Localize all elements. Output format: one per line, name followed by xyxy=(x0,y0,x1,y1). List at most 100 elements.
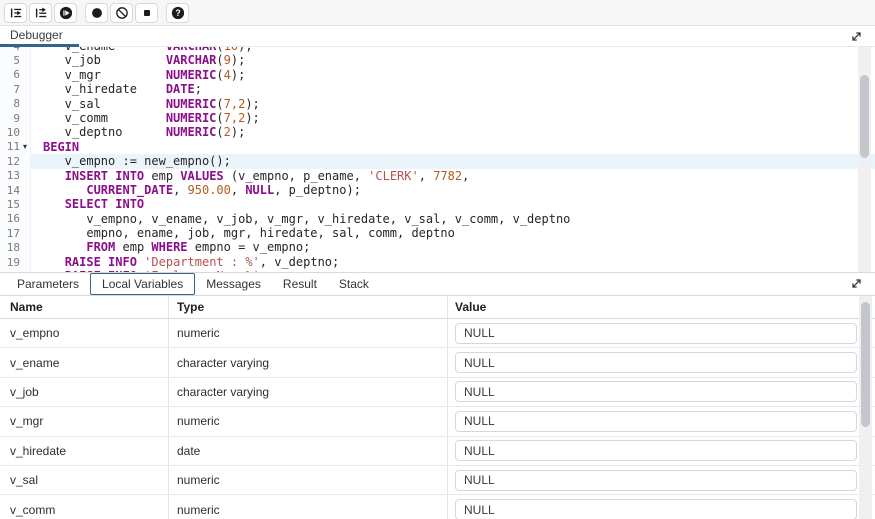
line-number-gutter[interactable]: 18 xyxy=(0,240,31,254)
line-number-gutter[interactable]: 6 xyxy=(0,68,31,82)
code-text[interactable]: INSERT INTO emp VALUES (v_empno, p_ename… xyxy=(31,169,875,183)
code-text[interactable]: v_mgr NUMERIC(4); xyxy=(31,68,875,82)
line-number-gutter[interactable]: 13 xyxy=(0,169,31,183)
cell-name: v_hiredate xyxy=(0,437,169,465)
line-number-gutter[interactable]: 8 xyxy=(0,97,31,111)
line-number-gutter[interactable]: 19 xyxy=(0,255,31,269)
code-text[interactable]: v_hiredate DATE; xyxy=(31,82,875,96)
value-input[interactable] xyxy=(455,470,857,491)
table-row: v_commnumeric xyxy=(0,495,875,519)
code-text[interactable]: empno, ename, job, mgr, hiredate, sal, c… xyxy=(31,226,875,240)
code-line: 13 INSERT INTO emp VALUES (v_empno, p_en… xyxy=(0,169,875,183)
code-text[interactable]: v_comm NUMERIC(7,2); xyxy=(31,111,875,125)
line-number-gutter[interactable]: 11▾ xyxy=(0,140,31,154)
code-line: 14 CURRENT_DATE, 950.00, NULL, p_deptno)… xyxy=(0,183,875,197)
code-line: 8 v_sal NUMERIC(7,2); xyxy=(0,97,875,111)
line-number[interactable]: 14 xyxy=(7,184,20,197)
value-input[interactable] xyxy=(455,352,857,373)
fold-marker-icon[interactable]: ▾ xyxy=(20,140,30,154)
cell-value xyxy=(448,495,875,519)
code-text[interactable]: CURRENT_DATE, 950.00, NULL, p_deptno); xyxy=(31,183,875,197)
value-input[interactable] xyxy=(455,411,857,432)
clear-breakpoints-button[interactable] xyxy=(110,3,133,23)
code-text[interactable]: v_sal NUMERIC(7,2); xyxy=(31,97,875,111)
cell-type: character varying xyxy=(169,378,448,406)
code-line: 10 v_deptno NUMERIC(2); xyxy=(0,125,875,139)
cell-value xyxy=(448,466,875,494)
toolbar-group: ? xyxy=(166,3,189,23)
tab-stack[interactable]: Stack xyxy=(328,273,380,295)
code-line-current: 12 v_empno := new_empno(); xyxy=(0,154,875,168)
code-text[interactable]: FROM emp WHERE empno = v_empno; xyxy=(31,240,875,254)
toolbar-group xyxy=(85,3,158,23)
code-text[interactable]: RAISE INFO 'Department : %', v_deptno; xyxy=(31,255,875,269)
tab-result[interactable]: Result xyxy=(272,273,328,295)
code-line: 17 empno, ename, job, mgr, hiredate, sal… xyxy=(0,226,875,240)
cell-type: numeric xyxy=(169,466,448,494)
expand-panel-icon[interactable] xyxy=(850,277,863,290)
step-over-button[interactable] xyxy=(29,3,52,23)
line-number-gutter[interactable]: 7 xyxy=(0,82,31,96)
line-number-gutter[interactable]: 5 xyxy=(0,53,31,67)
line-number-gutter[interactable]: 12 xyxy=(0,154,31,168)
code-text[interactable]: SELECT INTO xyxy=(31,197,875,211)
step-over-icon xyxy=(34,6,48,20)
cell-type: numeric xyxy=(169,319,448,347)
tab-parameters[interactable]: Parameters xyxy=(6,273,90,295)
value-input[interactable] xyxy=(455,499,857,519)
code-line: 19 RAISE INFO 'Department : %', v_deptno… xyxy=(0,255,875,269)
line-number[interactable]: 4 xyxy=(13,47,20,53)
line-number[interactable]: 9 xyxy=(13,112,20,125)
value-input[interactable] xyxy=(455,381,857,402)
line-number-gutter[interactable]: 9 xyxy=(0,111,31,125)
column-header-type[interactable]: Type xyxy=(169,296,448,318)
tab-messages[interactable]: Messages xyxy=(195,273,272,295)
value-input[interactable] xyxy=(455,440,857,461)
editor-scrollbar-thumb[interactable] xyxy=(860,75,869,158)
expand-editor-icon[interactable] xyxy=(850,30,863,43)
line-number-gutter[interactable]: 14 xyxy=(0,183,31,197)
column-header-value[interactable]: Value xyxy=(448,296,875,318)
grid-scrollbar-thumb[interactable] xyxy=(861,302,870,427)
line-number[interactable]: 19 xyxy=(7,256,20,269)
line-number[interactable]: 16 xyxy=(7,212,20,225)
step-into-button[interactable] xyxy=(4,3,27,23)
grid-scrollbar[interactable] xyxy=(859,296,872,519)
line-number[interactable]: 13 xyxy=(7,169,20,182)
code-text[interactable]: v_empno := new_empno(); xyxy=(31,154,875,168)
line-number[interactable]: 5 xyxy=(13,54,20,67)
code-editor[interactable]: 4 v_ename VARCHAR(10);5 v_job VARCHAR(9)… xyxy=(0,47,875,272)
line-number-gutter[interactable]: 16 xyxy=(0,212,31,226)
editor-scrollbar[interactable] xyxy=(858,47,871,272)
code-text[interactable]: BEGIN xyxy=(31,140,875,154)
local-variables-grid: Name Type Value v_empnonumericv_enamecha… xyxy=(0,296,875,519)
line-number-gutter[interactable]: 10 xyxy=(0,125,31,139)
cell-type: date xyxy=(169,437,448,465)
line-number[interactable]: 7 xyxy=(13,83,20,96)
tab-local-variables[interactable]: Local Variables xyxy=(90,273,195,295)
continue-icon xyxy=(59,6,73,20)
toggle-breakpoint-button[interactable] xyxy=(85,3,108,23)
code-text[interactable]: v_job VARCHAR(9); xyxy=(31,53,875,67)
line-number-gutter[interactable]: 15 xyxy=(0,197,31,211)
line-number[interactable]: 11 xyxy=(7,140,20,153)
continue-button[interactable] xyxy=(54,3,77,23)
line-number[interactable]: 12 xyxy=(7,155,20,168)
code-text[interactable]: v_empno, v_ename, v_job, v_mgr, v_hireda… xyxy=(31,212,875,226)
line-number[interactable]: 6 xyxy=(13,68,20,81)
code-line: 18 FROM emp WHERE empno = v_empno; xyxy=(0,240,875,254)
help-button[interactable]: ? xyxy=(166,3,189,23)
line-number[interactable]: 15 xyxy=(7,198,20,211)
line-number[interactable]: 18 xyxy=(7,241,20,254)
tab-debugger[interactable]: Debugger xyxy=(0,26,79,47)
table-row: v_mgrnumeric xyxy=(0,407,875,436)
code-line: 7 v_hiredate DATE; xyxy=(0,82,875,96)
code-text[interactable]: v_deptno NUMERIC(2); xyxy=(31,125,875,139)
line-number[interactable]: 10 xyxy=(7,126,20,139)
line-number-gutter[interactable]: 17 xyxy=(0,226,31,240)
line-number[interactable]: 8 xyxy=(13,97,20,110)
column-header-name[interactable]: Name xyxy=(0,296,169,318)
value-input[interactable] xyxy=(455,323,857,344)
stop-button[interactable] xyxy=(135,3,158,23)
line-number[interactable]: 17 xyxy=(7,227,20,240)
